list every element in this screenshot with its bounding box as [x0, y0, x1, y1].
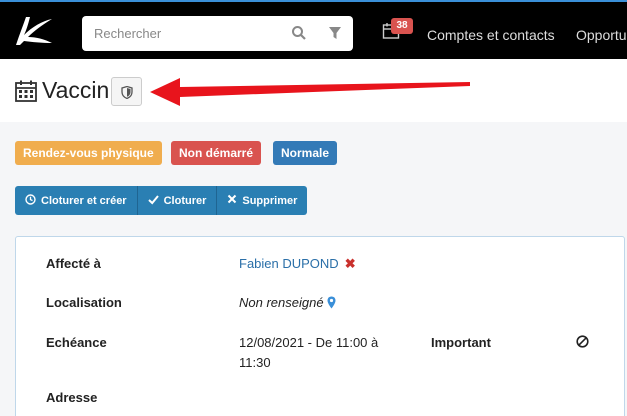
- delete-button[interactable]: Supprimer: [217, 186, 308, 215]
- remove-assignee-icon[interactable]: ✖: [345, 256, 356, 271]
- address-label: Adresse: [46, 390, 98, 405]
- map-marker-icon[interactable]: [327, 296, 336, 312]
- search-box[interactable]: Rechercher: [82, 16, 353, 51]
- search-icon[interactable]: [291, 25, 307, 41]
- location-value: Non renseigné: [239, 295, 336, 312]
- assigned-value: Fabien DUPOND ✖: [239, 256, 356, 272]
- assigned-user-link[interactable]: Fabien DUPOND: [239, 256, 339, 271]
- filter-icon[interactable]: [328, 26, 342, 40]
- top-navbar: Rechercher 38 Comptes et contacts Opport…: [0, 0, 627, 59]
- location-label: Localisation: [46, 295, 122, 310]
- due-label: Echéance: [46, 335, 107, 350]
- check-icon: [147, 194, 159, 208]
- due-value-line1: 12/08/2021 - De 11:00 à: [239, 335, 379, 350]
- ban-icon[interactable]: [576, 335, 589, 353]
- search-input[interactable]: Rechercher: [94, 26, 161, 41]
- assigned-label: Affecté à: [46, 256, 101, 271]
- action-toolbar: Cloturer et créer Cloturer Supprimer: [15, 186, 308, 215]
- privacy-button[interactable]: [111, 77, 142, 106]
- clock-icon: [25, 193, 36, 208]
- close-icon: [227, 194, 237, 207]
- close-and-create-label: Cloturer et créer: [41, 194, 127, 207]
- location-text: Non renseigné: [239, 295, 324, 310]
- nav-opportunites[interactable]: Opportu: [576, 27, 627, 43]
- delete-label: Supprimer: [242, 194, 298, 207]
- close-label: Cloturer: [163, 194, 207, 207]
- status-badge: Non démarré: [171, 141, 262, 165]
- due-value-line2: 11:30: [239, 355, 271, 370]
- close-button[interactable]: Cloturer: [137, 186, 218, 215]
- annotation-arrow: [150, 78, 470, 106]
- priority-badge: Normale: [273, 141, 338, 165]
- shield-icon: [121, 86, 133, 99]
- type-badge: Rendez-vous physique: [15, 141, 162, 165]
- details-card: Affecté à Fabien DUPOND ✖ Localisation No…: [15, 236, 625, 416]
- calendar-icon: [14, 79, 38, 103]
- page-title: Vaccin: [42, 77, 110, 103]
- nav-comptes-contacts[interactable]: Comptes et contacts: [427, 27, 555, 43]
- important-label: Important: [431, 335, 491, 350]
- notification-badge[interactable]: 38: [391, 18, 413, 34]
- logo-icon[interactable]: [12, 15, 54, 47]
- close-and-create-button[interactable]: Cloturer et créer: [15, 186, 138, 215]
